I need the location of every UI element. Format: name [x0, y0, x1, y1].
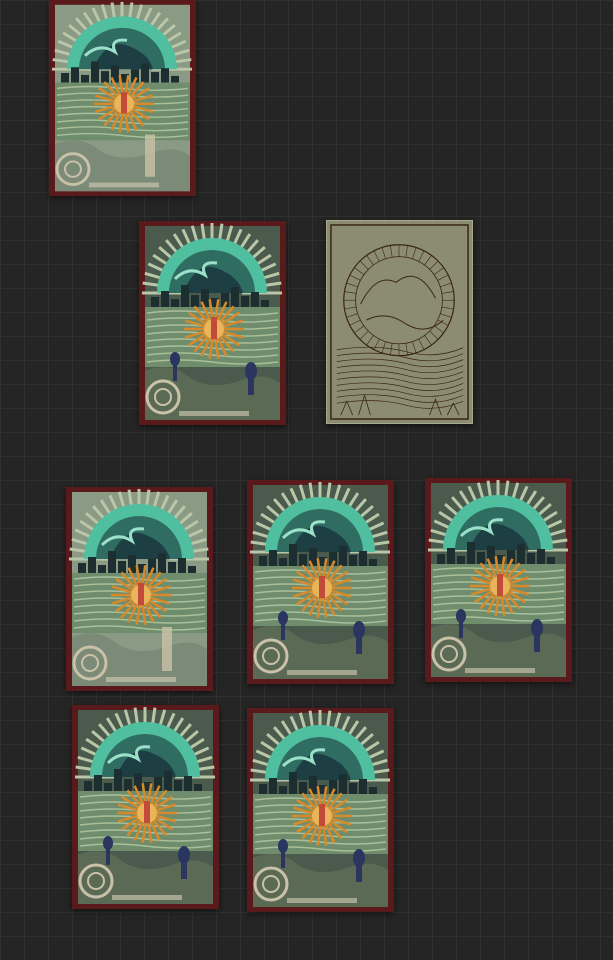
artwork-thumbnail-7[interactable]: [247, 708, 394, 912]
artwork-thumbnail-1[interactable]: [49, 0, 196, 196]
artwork-thumbnail-6[interactable]: [72, 705, 219, 909]
artwork-image: [247, 708, 394, 912]
artwork-thumbnail-3[interactable]: [66, 487, 213, 691]
artwork-image: [72, 705, 219, 909]
artwork-image: [66, 487, 213, 691]
artwork-thumbnail-5[interactable]: [425, 478, 572, 682]
artwork-image: [247, 480, 394, 684]
artwork-image: [139, 221, 286, 425]
artwork-image: [425, 478, 572, 682]
artwork-sketch[interactable]: [326, 220, 473, 424]
artwork-thumbnail-4[interactable]: [247, 480, 394, 684]
artwork-image: [327, 221, 472, 423]
artwork-image: [49, 0, 196, 196]
node-canvas[interactable]: [0, 0, 613, 960]
artwork-thumbnail-2[interactable]: [139, 221, 286, 425]
